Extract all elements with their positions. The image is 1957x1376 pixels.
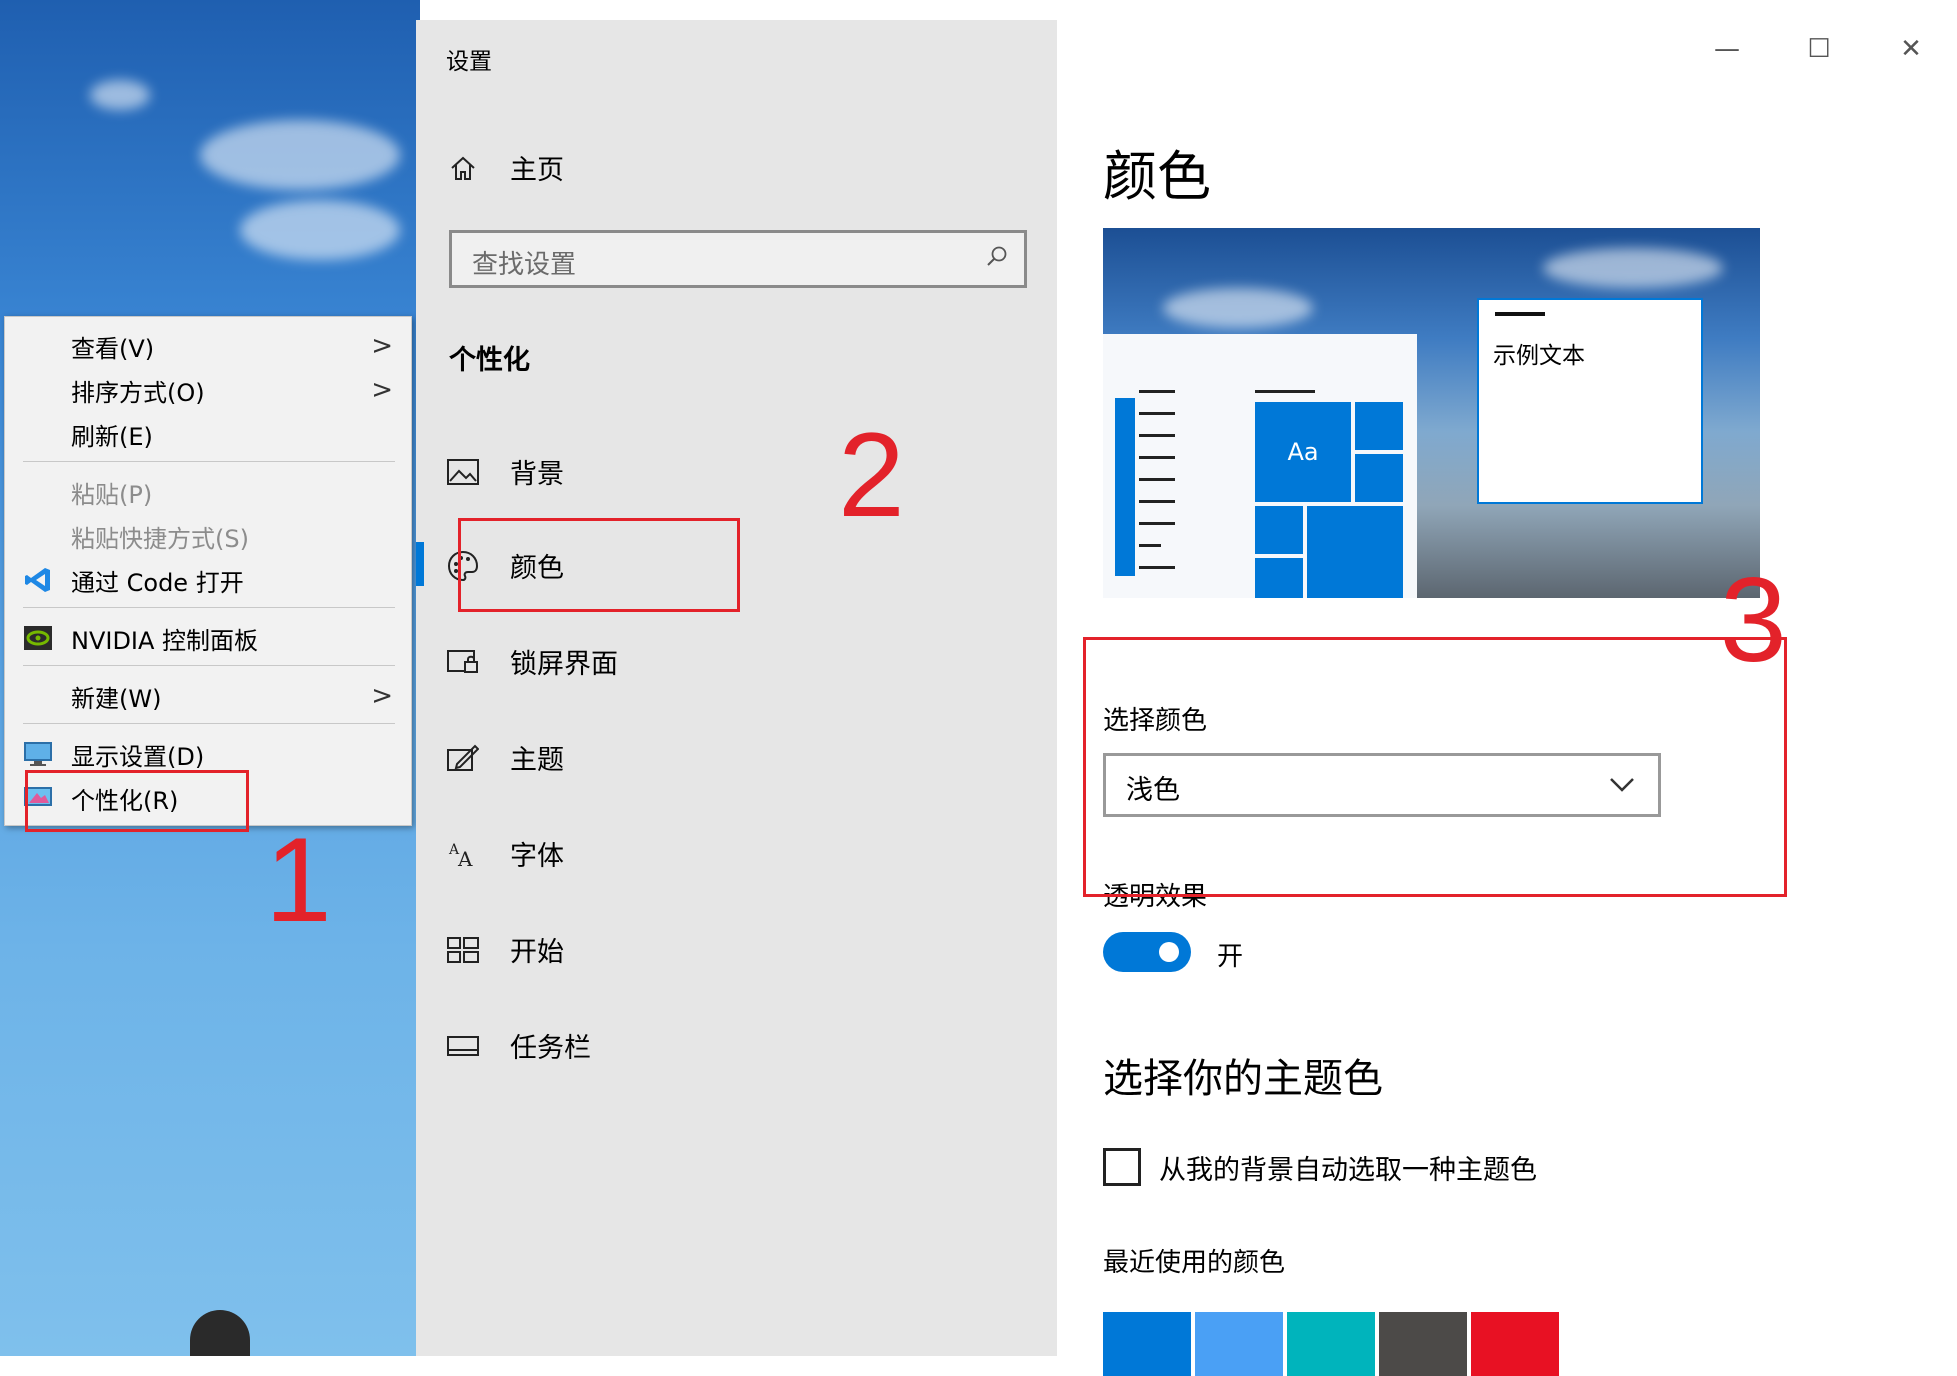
menu-separator	[23, 723, 395, 724]
menu-item-view[interactable]: 查看(V) >	[5, 325, 411, 367]
font-icon: AA	[446, 837, 480, 871]
recent-color-swatch[interactable]	[1195, 1312, 1283, 1376]
auto-accent-checkbox[interactable]	[1103, 1148, 1141, 1186]
nav-fonts[interactable]: AA 字体	[446, 834, 564, 873]
page-title: 颜色	[1103, 145, 1211, 208]
annotation-box-3	[1083, 637, 1787, 897]
menu-item-label: 粘贴快捷方式(S)	[71, 524, 249, 553]
annotation-box-1	[25, 770, 249, 832]
nav-item-label: 主题	[510, 745, 564, 776]
menu-item-open-with-code[interactable]: 通过 Code 打开	[5, 559, 411, 601]
nav-background[interactable]: 背景	[446, 452, 564, 491]
recent-colors	[1103, 1312, 1559, 1376]
nav-lock-screen[interactable]: 锁屏界面	[446, 642, 618, 681]
annotation-box-2	[458, 518, 740, 612]
menu-item-paste-shortcut[interactable]: 粘贴快捷方式(S)	[5, 515, 411, 557]
menu-item-paste[interactable]: 粘贴(P)	[5, 471, 411, 513]
preview-start-menu: Aa	[1103, 334, 1417, 598]
chevron-right-icon: >	[371, 331, 393, 361]
home-icon	[446, 151, 480, 185]
recent-color-swatch[interactable]	[1471, 1312, 1559, 1376]
toggle-state-label: 开	[1217, 942, 1244, 972]
menu-item-sort[interactable]: 排序方式(O) >	[5, 369, 411, 411]
chevron-right-icon: >	[371, 681, 393, 711]
annotation-number-2: 2	[838, 408, 905, 542]
nav-taskbar[interactable]: 任务栏	[446, 1026, 591, 1065]
nav-item-label: 字体	[510, 841, 564, 872]
nav-item-label: 任务栏	[510, 1033, 591, 1064]
display-icon	[24, 742, 52, 766]
preview-tile-text: Aa	[1287, 438, 1319, 466]
settings-nav-pane: 设置 主页 查找设置 个性化 背景 颜色 锁屏界面 主题 A A 字体 开始 任…	[416, 20, 1057, 1356]
start-icon	[446, 933, 480, 967]
lock-screen-icon	[446, 645, 480, 679]
preview-window: 示例文本	[1477, 298, 1703, 504]
annotation-number-3: 3	[1720, 553, 1787, 687]
section-heading: 个性化	[449, 345, 530, 376]
nav-start[interactable]: 开始	[446, 930, 564, 969]
menu-separator	[23, 607, 395, 608]
theme-preview: Aa 示例文本	[1103, 228, 1760, 598]
desktop-context-menu: 查看(V) > 排序方式(O) > 刷新(E) 粘贴(P) 粘贴快捷方式(S) …	[4, 316, 412, 826]
menu-item-label: NVIDIA 控制面板	[71, 626, 259, 655]
menu-item-label: 通过 Code 打开	[71, 568, 244, 597]
menu-item-refresh[interactable]: 刷新(E)	[5, 413, 411, 455]
svg-text:A: A	[457, 847, 473, 868]
menu-item-label: 显示设置(D)	[71, 742, 205, 771]
close-button[interactable]: ✕	[1865, 34, 1957, 64]
chevron-right-icon: >	[371, 375, 393, 405]
nav-item-label: 开始	[510, 937, 564, 968]
recent-color-swatch[interactable]	[1103, 1312, 1191, 1376]
vscode-icon	[25, 568, 50, 592]
window-controls: — ☐ ✕	[1681, 34, 1957, 64]
recent-colors-label: 最近使用的颜色	[1103, 1248, 1286, 1278]
transparency-toggle[interactable]	[1103, 932, 1191, 972]
search-icon	[987, 246, 1007, 266]
preview-sample-text: 示例文本	[1493, 343, 1585, 369]
search-placeholder: 查找设置	[472, 250, 577, 280]
minimize-button[interactable]: —	[1681, 34, 1773, 64]
nav-home[interactable]: 主页	[446, 148, 564, 187]
auto-accent-label: 从我的背景自动选取一种主题色	[1159, 1155, 1537, 1186]
menu-item-display-settings[interactable]: 显示设置(D)	[5, 733, 411, 775]
search-input[interactable]: 查找设置	[449, 230, 1027, 288]
maximize-button[interactable]: ☐	[1773, 34, 1865, 64]
accent-heading: 选择你的主题色	[1103, 1056, 1383, 1102]
theme-icon	[446, 741, 480, 775]
menu-item-label: 查看(V)	[71, 334, 155, 363]
person-silhouette	[190, 1310, 250, 1356]
nav-item-label: 背景	[510, 459, 564, 490]
menu-separator	[23, 665, 395, 666]
menu-item-label: 排序方式(O)	[71, 378, 205, 407]
menu-item-label: 粘贴(P)	[71, 480, 153, 509]
recent-color-swatch[interactable]	[1379, 1312, 1467, 1376]
nvidia-icon	[24, 626, 52, 650]
nav-themes[interactable]: 主题	[446, 738, 564, 777]
menu-item-label: 刷新(E)	[71, 422, 153, 451]
nav-item-label: 锁屏界面	[510, 649, 618, 680]
picture-icon	[446, 455, 480, 489]
menu-item-new[interactable]: 新建(W) >	[5, 675, 411, 717]
menu-item-nvidia[interactable]: NVIDIA 控制面板	[5, 617, 411, 659]
nav-home-label: 主页	[510, 155, 564, 186]
app-title: 设置	[446, 49, 492, 75]
menu-separator	[23, 461, 395, 462]
recent-color-swatch[interactable]	[1287, 1312, 1375, 1376]
menu-item-label: 新建(W)	[71, 684, 162, 713]
annotation-number-1: 1	[265, 813, 332, 947]
selection-indicator	[416, 542, 424, 586]
taskbar-icon	[446, 1029, 480, 1063]
